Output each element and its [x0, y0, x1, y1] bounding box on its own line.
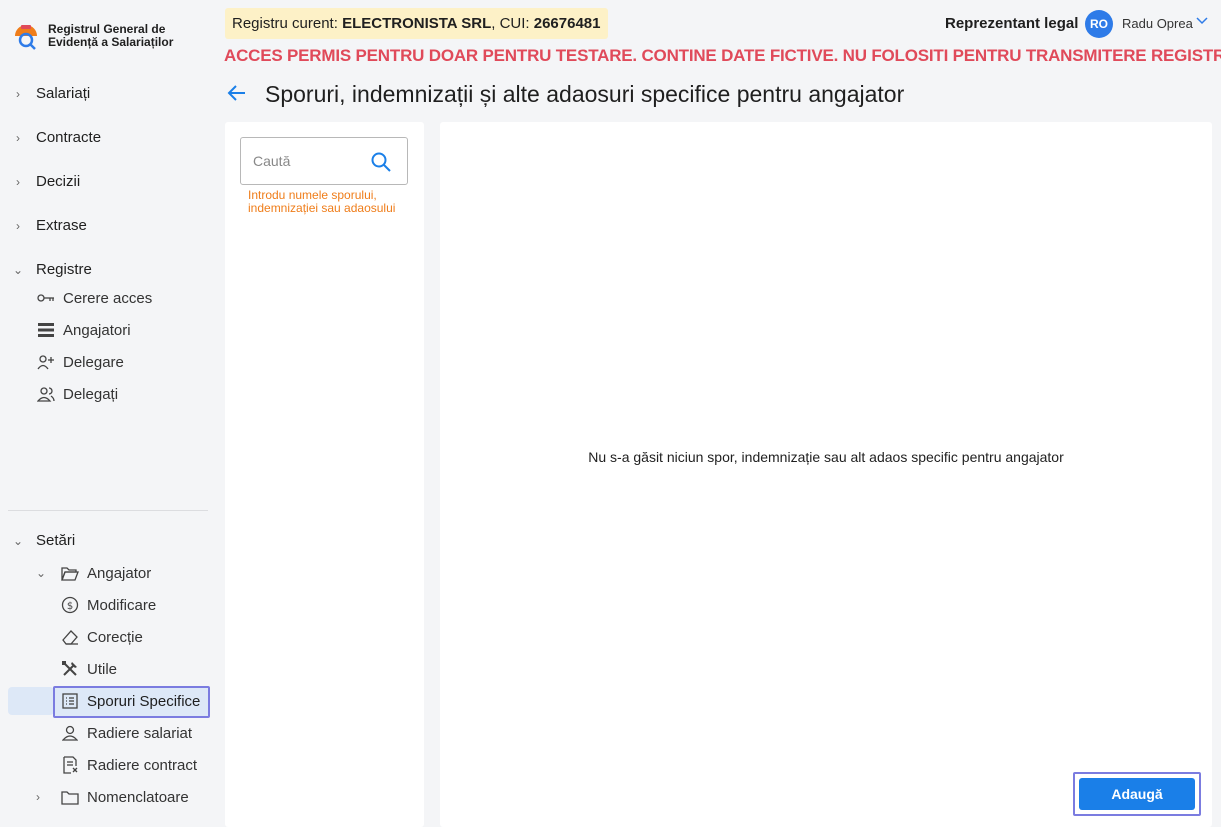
sidebar-item-setari[interactable]: ⌄ Setări: [0, 532, 224, 549]
sidebar-item-label: Extrase: [36, 217, 87, 234]
chevron-down-icon: ⌄: [36, 566, 47, 580]
search-box: [240, 137, 408, 185]
svg-text:$: $: [67, 601, 73, 612]
back-arrow-icon[interactable]: [226, 82, 248, 104]
sidebar-item-label: Utile: [87, 660, 118, 678]
sidebar-item-label: Cerere acces: [63, 289, 153, 307]
chevron-right-icon: ›: [16, 218, 20, 233]
user-add-icon: [36, 352, 56, 372]
sidebar-item-label: Corecție: [87, 628, 143, 646]
document-list-icon: [60, 691, 80, 711]
sidebar-item-decizii[interactable]: › Decizii: [0, 173, 224, 190]
registry-label: Registru curent:: [232, 15, 338, 32]
sidebar-item-cerere-acces[interactable]: Cerere acces: [36, 288, 152, 308]
filter-panel: Introdu numele sporului, indemnizației s…: [225, 122, 424, 827]
sidebar-item-angajatori[interactable]: Angajatori: [36, 320, 131, 340]
active-item-background: [8, 687, 54, 715]
sidebar-item-nomenclatoare[interactable]: › Nomenclatoare: [36, 787, 189, 807]
sidebar-item-label: Contracte: [36, 129, 102, 146]
document-remove-icon: [60, 755, 80, 775]
sidebar-item-extrase[interactable]: › Extrase: [0, 217, 224, 234]
sidebar-item-sporuri-specifice[interactable]: Sporuri Specifice: [60, 691, 200, 711]
sidebar-item-registre[interactable]: ⌄ Registre: [0, 261, 224, 278]
sidebar-item-salariati[interactable]: › Salariați: [0, 85, 224, 102]
page-title: Sporuri, indemnizații și alte adaosuri s…: [265, 81, 905, 107]
registry-company: ELECTRONISTA SRL: [342, 15, 492, 32]
user-icon: [60, 723, 80, 743]
sidebar-item-label: Salariați: [36, 85, 91, 102]
app-logo[interactable]: Registrul General de Evidență a Salariaț…: [12, 22, 173, 50]
sidebar-item-delegati[interactable]: Delegați: [36, 384, 118, 404]
tools-icon: [60, 659, 80, 679]
logo-icon: [12, 22, 40, 50]
list-icon: [36, 320, 56, 340]
user-role: Reprezentant legal: [945, 15, 1079, 32]
folder-open-icon: [60, 563, 80, 583]
add-button[interactable]: Adaugă: [1079, 778, 1195, 810]
chevron-right-icon: ›: [16, 86, 20, 101]
search-input[interactable]: [253, 150, 363, 172]
sidebar-item-radiere-contract[interactable]: Radiere contract: [60, 755, 197, 775]
search-icon[interactable]: [369, 150, 393, 174]
chevron-right-icon: ›: [16, 130, 20, 145]
user-name[interactable]: Radu Oprea: [1122, 16, 1193, 31]
sidebar-item-label: Delegați: [63, 385, 119, 403]
registry-cui-label: , CUI:: [491, 15, 530, 32]
sidebar-item-contracte[interactable]: › Contracte: [0, 129, 224, 146]
chevron-down-icon: ⌄: [12, 533, 24, 548]
sidebar-item-label: Registre: [36, 261, 92, 278]
chevron-down-icon[interactable]: [1196, 14, 1208, 28]
sidebar-item-label: Angajatori: [63, 321, 131, 339]
sidebar-item-angajator[interactable]: ⌄ Angajator: [36, 563, 151, 583]
sidebar-item-modificare[interactable]: $ Modificare: [60, 595, 156, 615]
users-icon: [36, 384, 56, 404]
test-warning-banner: ACCES PERMIS PENTRU DOAR PENTRU TESTARE.…: [224, 46, 1221, 65]
chevron-right-icon: ›: [16, 174, 20, 189]
eraser-icon: [60, 627, 80, 647]
refresh-icon: $: [60, 595, 80, 615]
chevron-down-icon: ⌄: [12, 262, 24, 277]
empty-state-message: Nu s-a găsit niciun spor, indemnizație s…: [588, 449, 1064, 465]
sidebar-item-label: Decizii: [36, 173, 81, 190]
sidebar-divider: [8, 510, 208, 511]
sidebar-item-label: Angajator: [87, 564, 152, 582]
key-icon: [36, 288, 56, 308]
add-button-highlight: Adaugă: [1073, 772, 1201, 816]
sidebar-item-label: Delegare: [63, 353, 124, 371]
sidebar-item-label: Nomenclatoare: [87, 788, 189, 806]
logo-line-2: Evidență a Salariaților: [48, 35, 174, 49]
sidebar-item-radiere-salariat[interactable]: Radiere salariat: [60, 723, 192, 743]
sidebar-item-label: Sporuri Specifice: [87, 692, 201, 710]
sidebar-item-utile[interactable]: Utile: [60, 659, 117, 679]
current-registry-badge: Registru curent: ELECTRONISTA SRL, CUI: …: [225, 8, 608, 39]
sidebar-item-label: Modificare: [87, 596, 157, 614]
chevron-right-icon: ›: [36, 790, 40, 804]
content-panel: Nu s-a găsit niciun spor, indemnizație s…: [440, 122, 1212, 827]
sidebar-item-label: Radiere contract: [87, 756, 198, 774]
sidebar-item-corectie[interactable]: Corecție: [60, 627, 143, 647]
sidebar-item-delegare[interactable]: Delegare: [36, 352, 124, 372]
sidebar: Registrul General de Evidență a Salariaț…: [0, 0, 224, 827]
registry-cui: 26676481: [533, 15, 601, 32]
sidebar-item-label: Setări: [36, 532, 76, 549]
folder-icon: [60, 787, 80, 807]
sidebar-item-label: Radiere salariat: [87, 724, 193, 742]
avatar[interactable]: RO: [1085, 10, 1113, 38]
search-hint: Introdu numele sporului, indemnizației s…: [248, 188, 396, 215]
